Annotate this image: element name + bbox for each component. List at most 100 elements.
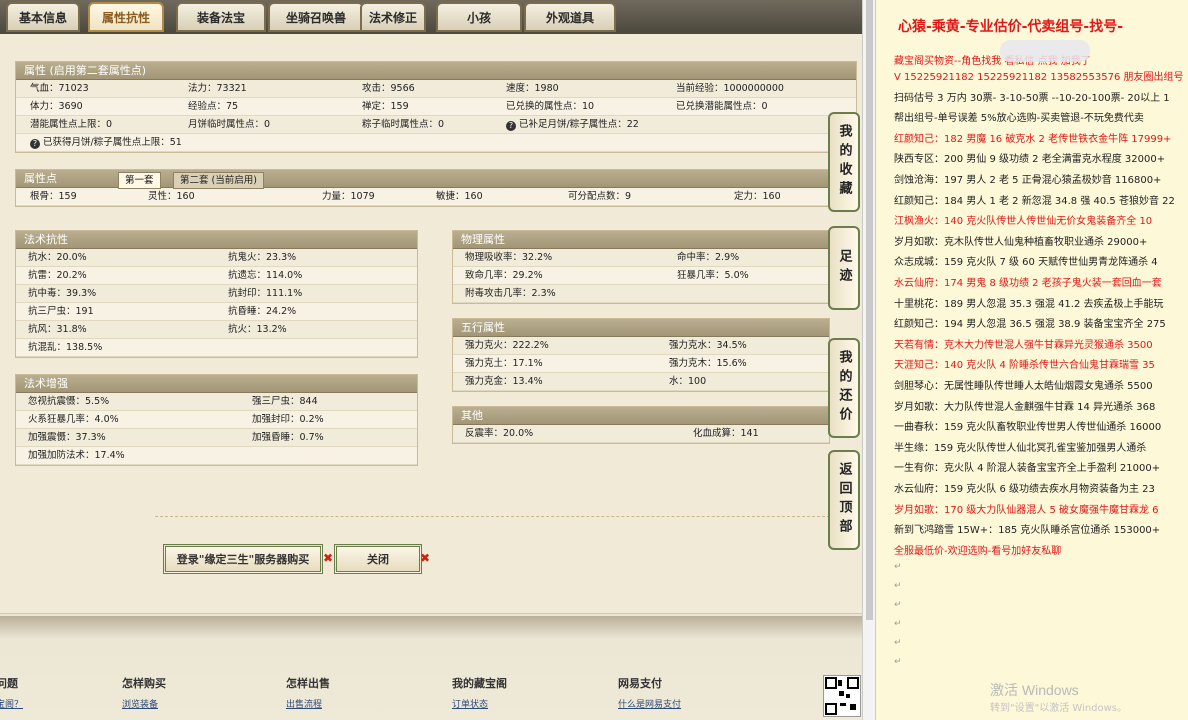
table-cell: 体力：3690 <box>30 101 83 112</box>
table-cell: 可分配点数：9 <box>568 191 632 202</box>
note-line: 岁月如歌：大力队传世混人金麒强牛甘霖 14 异光通杀 368 <box>894 401 1156 413</box>
spell-boost-section-title: 法术增强 <box>16 375 417 393</box>
table-cell: 灵性：160 <box>148 191 195 202</box>
close-button[interactable]: 关闭 <box>334 544 422 574</box>
table-row: 火系狂暴几率：4.0% 加强封印：0.2% <box>16 411 417 429</box>
table-row: 抗风：31.8% 抗火：13.2% <box>16 321 417 339</box>
table-cell: 物理吸收率：32.2% <box>465 252 553 263</box>
tab-first-set[interactable]: 第一套 <box>118 172 161 189</box>
tab-2[interactable]: 装备法宝 <box>176 2 266 32</box>
side-button-0[interactable]: 我的收藏 <box>828 112 860 212</box>
table-row: 强力克金：13.4% 水：100 <box>453 373 829 391</box>
attributes-section-title: 属性 (启用第二套属性点) <box>16 62 856 80</box>
footer-heading: 怎样购买 <box>122 677 166 690</box>
footer-heading: 我的藏宝阁 <box>452 677 507 690</box>
note-line: 一生有你：克火队 4 阶混人装备宝宝齐全上手盈利 21000+ <box>894 463 1161 475</box>
table-cell: 强力克木：15.6% <box>669 358 747 369</box>
table-cell: 抗鬼火：23.3% <box>228 252 297 263</box>
table-cell: 抗火：13.2% <box>228 324 287 335</box>
table-row: 物理吸收率：32.2% 命中率：2.9% <box>453 249 829 267</box>
table-cell: 化血成算：141 <box>693 428 759 439</box>
table-cell: 粽子临时属性点：0 <box>362 119 445 130</box>
note-line: 扫码估号 3 万内 30票- 3-10-50票 --10-20-100票- 20… <box>894 92 1170 104</box>
table-cell: 抗混乱：138.5% <box>28 342 103 353</box>
note-line: 天涯知己：140 克火队 4 阶睡杀传世六合仙鬼甘霖瑞雪 35 <box>894 360 1155 372</box>
tab-4[interactable]: 法术修正 <box>360 2 426 32</box>
footer-link[interactable]: 订单状态 <box>452 697 488 710</box>
note-line: 半生缘：159 克火队传世人仙北冥孔雀宝鉴加强男人通杀 <box>894 442 1147 454</box>
tab-bar: 基本信息 属性抗性 装备法宝 坐骑召唤兽 法术修正 小孩 外观道具 <box>0 0 862 34</box>
table-cell: 加强封印：0.2% <box>252 414 324 425</box>
table-cell: 潜能属性点上限：0 <box>30 119 113 130</box>
spell-resist-section-rows: 抗水：20.0% 抗鬼火：23.3% 抗雷：20.2% 抗遗忘：114.0% 抗中毒：3… <box>16 249 417 357</box>
tab-6[interactable]: 外观道具 <box>524 2 616 32</box>
other-section-title: 其他 <box>453 407 829 425</box>
side-button-1[interactable]: 足迹 <box>828 226 860 310</box>
note-line: 全服最低价-欢迎选购-看号加好友私聊 <box>894 545 1062 557</box>
help-icon: ? <box>30 139 40 149</box>
table-row: 强力克火：222.2% 强力克水：34.5% <box>453 337 829 355</box>
footer-link[interactable]: 什么是网易支付 <box>618 697 681 710</box>
spell-resist-section-title: 法术抗性 <box>16 231 417 249</box>
table-cell: 力量：1079 <box>322 191 375 202</box>
note-line: 江枫渔火：140 克火队传世人传世仙无价女鬼装备齐全 10 <box>894 216 1153 228</box>
spell-boost-section-rows: 忽视抗震慑：5.5% 强三尸虫：844 火系狂暴几率：4.0% 加强封印：0.2% 加强… <box>16 393 417 465</box>
table-cell: 攻击：9566 <box>362 83 415 94</box>
table-cell: 敏捷：160 <box>436 191 483 202</box>
window-splitter[interactable] <box>862 0 876 720</box>
footer-heading: 网易支付 <box>618 677 662 690</box>
footer-link[interactable]: 宝阁？ <box>0 697 23 710</box>
note-line: 红颜知己：182 男魔 16 破克水 2 老传世铁衣金牛阵 17999+ <box>894 133 1172 145</box>
spell-boost-section: 法术增强 忽视抗震慑：5.5% 强三尸虫：844 火系狂暴几率：4.0% 加强封印：0.… <box>15 374 418 466</box>
paragraph-mark: ↵ <box>894 657 902 667</box>
table-cell: 抗遗忘：114.0% <box>228 270 303 281</box>
paragraph-mark: ↵ <box>894 581 902 591</box>
qr-code <box>823 675 861 717</box>
table-cell: 速度：1980 <box>506 83 559 94</box>
table-cell: 反震率：20.0% <box>465 428 534 439</box>
physical-section-title: 物理属性 <box>453 231 829 249</box>
table-row: 抗水：20.0% 抗鬼火：23.3% <box>16 249 417 267</box>
table-cell: 加强昏睡：0.7% <box>252 432 324 443</box>
table-cell: 根骨：159 <box>30 191 77 202</box>
tab-1[interactable]: 属性抗性 <box>88 2 164 32</box>
buy-on-server-button[interactable]: 登录"缘定三生"服务器购买 <box>163 544 323 574</box>
table-cell: 强力克金：13.4% <box>465 376 543 387</box>
table-cell: 已兑换潜能属性点：0 <box>676 101 768 112</box>
physical-section: 物理属性 物理吸收率：32.2% 命中率：2.9% 致命几率：29.2% 狂暴几率：5.… <box>452 230 830 304</box>
table-cell: 水：100 <box>669 376 707 387</box>
footer-link[interactable]: 出售流程 <box>286 697 322 710</box>
five-elements-section: 五行属性 强力克火：222.2% 强力克水：34.5% 强力克土：17.1% 强力克木：… <box>452 318 830 392</box>
table-cell: 抗封印：111.1% <box>228 288 303 299</box>
scrollbar-track[interactable] <box>866 0 873 620</box>
table-cell: 当前经验：1000000000 <box>676 83 784 94</box>
table-cell: 强力克火：222.2% <box>465 340 549 351</box>
footer-link[interactable]: 浏览装备 <box>122 697 158 710</box>
other-section: 其他反震率：20.0% 化血成算：141 <box>452 406 830 444</box>
note-line: V 15225921182 15225921182 13582553576 朋友… <box>894 72 1184 83</box>
note-line: 红颜知己：184 男人 1 老 2 新忽混 34.8 强 40.5 苍狼妙音 2… <box>894 195 1175 207</box>
table-cell: 抗风：31.8% <box>28 324 87 335</box>
table-cell: 强力克水：34.5% <box>669 340 747 351</box>
paragraph-mark: ↵ <box>894 600 902 610</box>
windows-watermark-sub: 转到"设置"以激活 Windows。 <box>990 703 1128 714</box>
close-x-icon: ✖ <box>323 551 334 565</box>
tab-0[interactable]: 基本信息 <box>6 2 80 32</box>
table-row: 体力：3690 经验点：75 禅定：159 已兑换的属性点：10 已兑换潜能属性点：0 <box>16 98 856 116</box>
game-panel: 基本信息 属性抗性 装备法宝 坐骑召唤兽 法术修正 小孩 外观道具 属性 (启用第二套属性点… <box>0 0 862 720</box>
tab-second-set[interactable]: 第二套 (当前启用) <box>173 172 264 189</box>
side-button-3[interactable]: 返回顶部 <box>828 450 860 550</box>
table-cell: 致命几率：29.2% <box>465 270 543 281</box>
side-button-2[interactable]: 我的还价 <box>828 338 860 438</box>
tab-3[interactable]: 坐骑召唤兽 <box>268 2 364 32</box>
table-cell: 抗中毒：39.3% <box>28 288 97 299</box>
table-cell: 经验点：75 <box>188 101 239 112</box>
physical-section-rows: 物理吸收率：32.2% 命中率：2.9% 致命几率：29.2% 狂暴几率：5.0% 附毒… <box>453 249 829 303</box>
table-cell: 附毒攻击几率：2.3% <box>465 288 556 299</box>
tab-5[interactable]: 小孩 <box>436 2 522 32</box>
table-row: 加强震慑：37.3% 加强昏睡：0.7% <box>16 429 417 447</box>
close-x-icon: ✖ <box>420 551 431 565</box>
table-cell: 狂暴几率：5.0% <box>677 270 749 281</box>
note-line: 岁月如歌：170 级大力队仙器混人 5 破女魔强牛魔甘霖龙 6 <box>894 504 1159 516</box>
table-cell: 加强加防法术：17.4% <box>28 450 125 461</box>
